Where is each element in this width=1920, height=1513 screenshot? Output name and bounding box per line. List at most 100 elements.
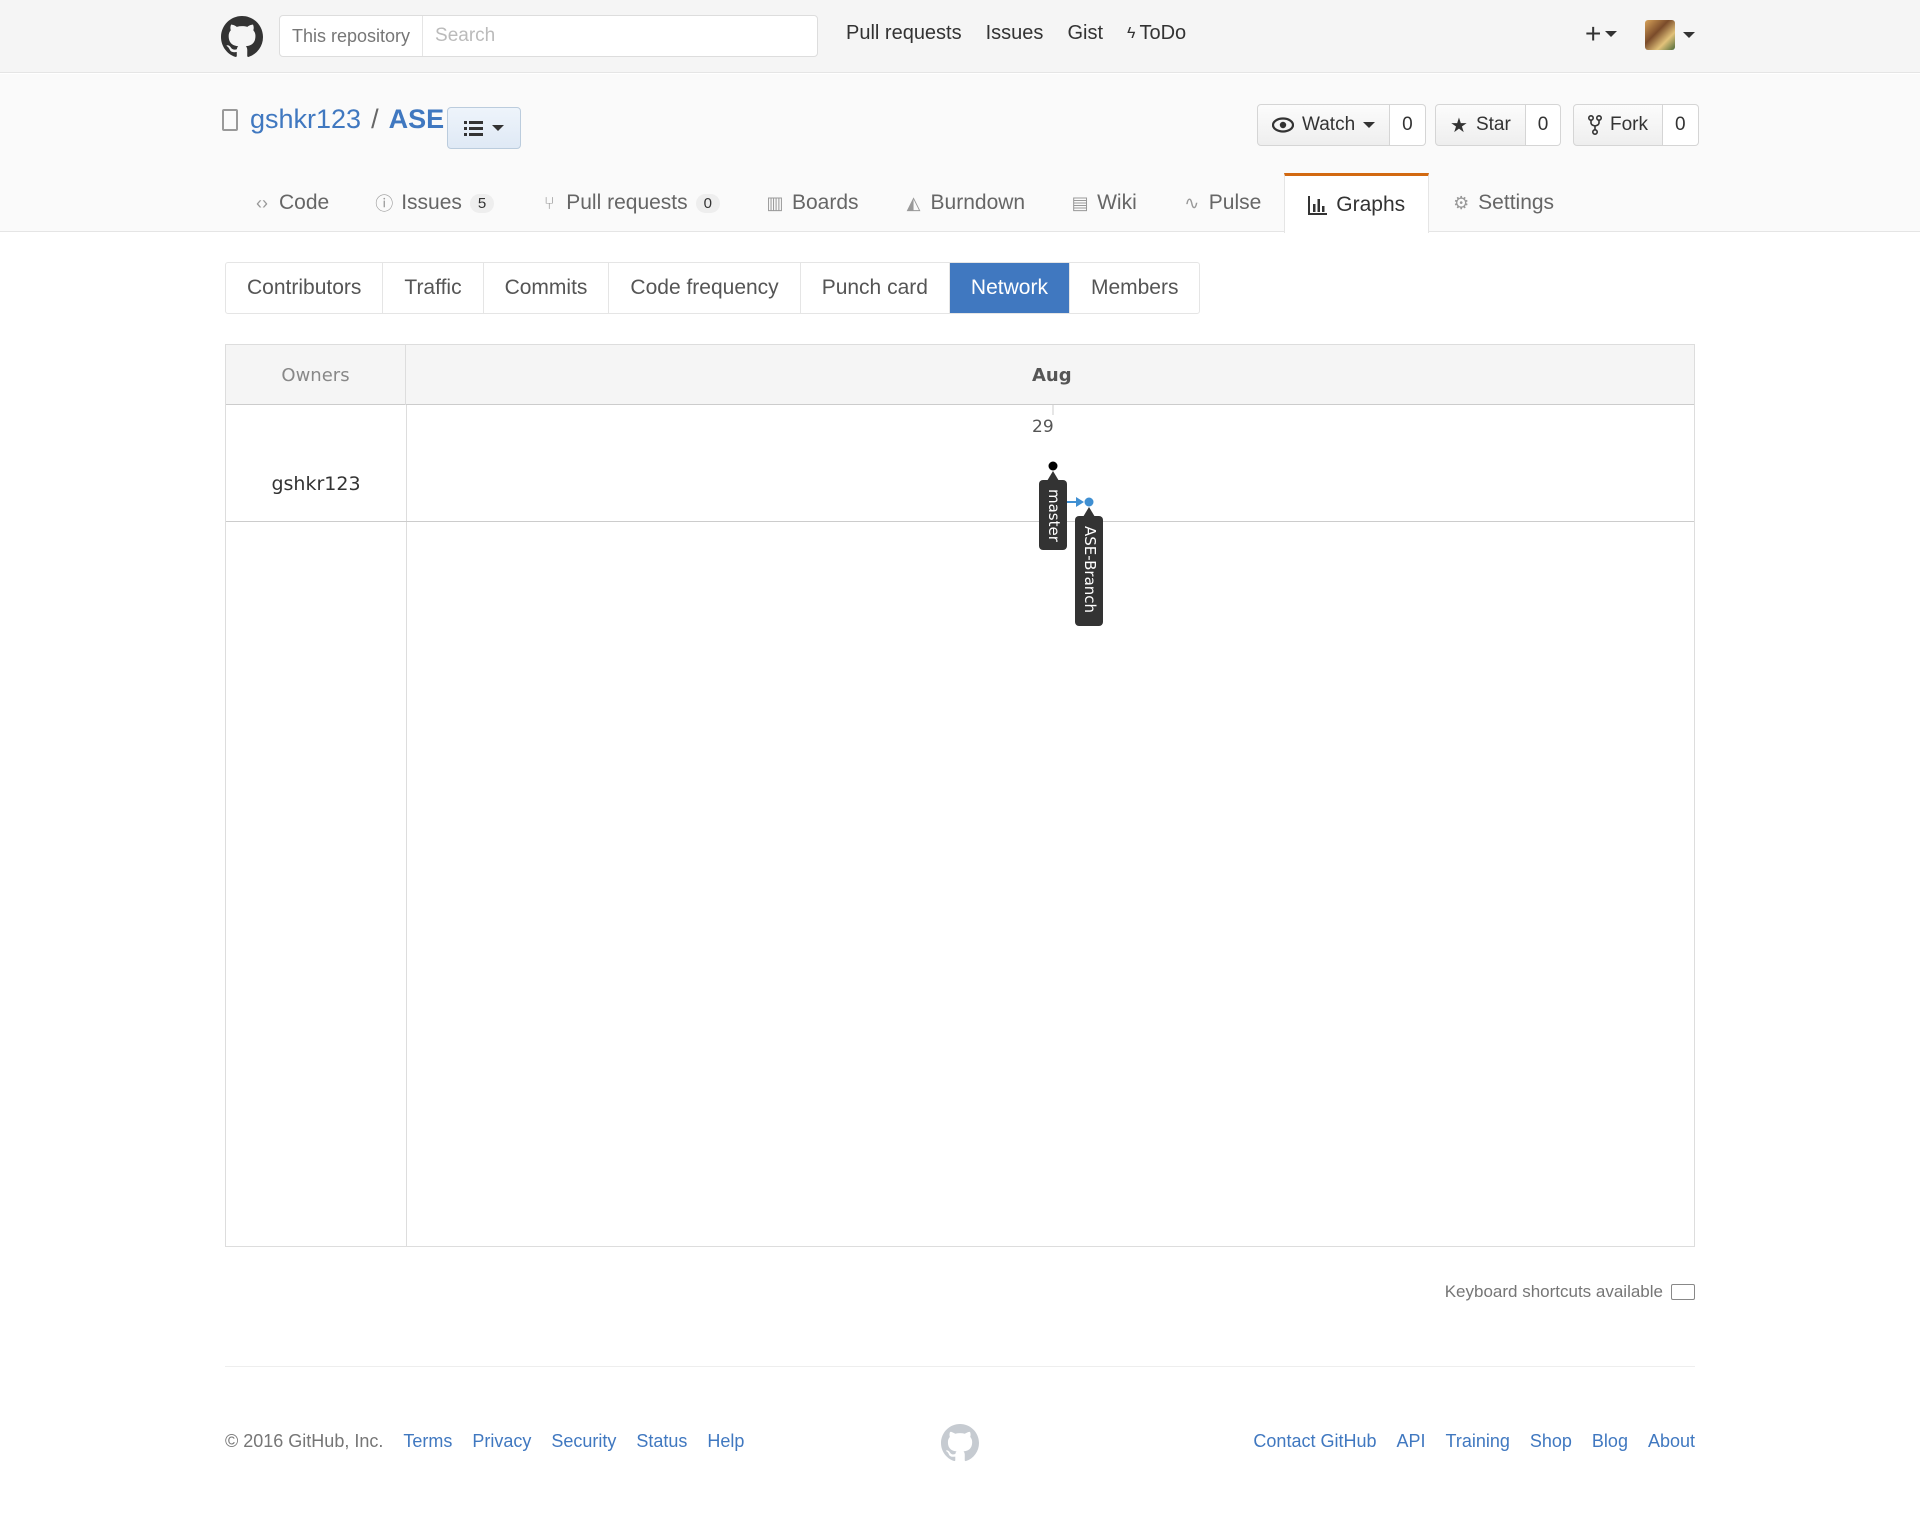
- github-footer-logo-icon[interactable]: [941, 1424, 979, 1462]
- star-icon: ★: [1450, 114, 1468, 137]
- star-button[interactable]: ★ Star: [1435, 104, 1526, 146]
- user-menu[interactable]: [1645, 20, 1695, 50]
- watch-button[interactable]: Watch: [1257, 104, 1391, 146]
- search-input[interactable]: [423, 16, 817, 56]
- repo-header: gshkr123 / ASE Watch 0 ★ Star 0 Fork 0 ‹…: [0, 74, 1920, 233]
- tab-pull-requests-label: Pull requests: [566, 191, 688, 214]
- top-nav-todo[interactable]: ϟ ToDo: [1127, 22, 1186, 45]
- top-nav-issues[interactable]: Issues: [986, 22, 1044, 45]
- tab-pulse-label: Pulse: [1208, 191, 1262, 214]
- commit-dot-master[interactable]: [1048, 461, 1058, 471]
- footer-api-link[interactable]: API: [1396, 1431, 1425, 1452]
- keyboard-shortcuts-hint[interactable]: Keyboard shortcuts available: [1445, 1282, 1695, 1302]
- tab-code-label: Code: [279, 191, 330, 214]
- tab-pulse[interactable]: ∿ Pulse: [1160, 174, 1285, 232]
- repo-name-link[interactable]: ASE: [389, 104, 445, 135]
- graph-icon: [1308, 195, 1328, 215]
- branch-name-master: master: [1045, 489, 1063, 543]
- search-box: This repository: [279, 15, 818, 57]
- commit-dot-ase-branch[interactable]: [1084, 497, 1094, 507]
- branch-label-master[interactable]: master: [1039, 471, 1067, 550]
- repo-owner-link[interactable]: gshkr123: [250, 104, 361, 135]
- chevron-down-icon: [1605, 31, 1618, 37]
- tab-issues-label: Issues: [401, 191, 462, 214]
- eye-icon: [1272, 117, 1294, 133]
- fork-label: Fork: [1610, 114, 1648, 135]
- pull-request-icon: ⑂: [543, 192, 555, 213]
- subnav-code-frequency[interactable]: Code frequency: [609, 263, 801, 313]
- network-graph[interactable]: Owners Aug gshkr123 29 master ASE-Branch: [225, 344, 1695, 1247]
- fork-group: Fork 0: [1573, 104, 1699, 146]
- issues-counter: 5: [469, 193, 495, 213]
- footer-blog-link[interactable]: Blog: [1592, 1431, 1628, 1452]
- subnav-members[interactable]: Members: [1070, 263, 1200, 313]
- top-nav-pull-requests[interactable]: Pull requests: [846, 22, 962, 45]
- create-new-menu[interactable]: +: [1585, 18, 1618, 50]
- footer-right: Contact GitHub API Training Shop Blog Ab…: [1253, 1431, 1695, 1452]
- footer-left: © 2016 GitHub, Inc. Terms Privacy Securi…: [225, 1431, 744, 1452]
- book-icon: ▤: [1071, 192, 1089, 213]
- footer-shop-link[interactable]: Shop: [1530, 1431, 1572, 1452]
- branch-label-ase-branch[interactable]: ASE-Branch: [1075, 507, 1103, 626]
- tab-wiki-label: Wiki: [1097, 191, 1137, 214]
- tab-graphs[interactable]: Graphs: [1284, 173, 1430, 233]
- repo-nav: ‹› Code ⓘ Issues 5 ⑂ Pull requests 0 ▥ B…: [230, 173, 1577, 233]
- list-icon: [464, 121, 483, 136]
- subnav-network[interactable]: Network: [949, 263, 1070, 313]
- label-pointer: [1047, 471, 1059, 481]
- avatar: [1645, 20, 1675, 50]
- star-count[interactable]: 0: [1525, 104, 1562, 146]
- top-nav-gist[interactable]: Gist: [1067, 22, 1103, 45]
- list-menu-button[interactable]: [447, 107, 521, 149]
- watch-count[interactable]: 0: [1390, 104, 1426, 146]
- footer-help-link[interactable]: Help: [707, 1431, 744, 1452]
- keyboard-icon: [1671, 1284, 1695, 1300]
- watch-group: Watch 0: [1257, 104, 1426, 146]
- branch-arrow-icon: [1076, 497, 1084, 507]
- boards-icon: ▥: [766, 192, 784, 213]
- subnav-contributors[interactable]: Contributors: [226, 263, 384, 313]
- footer-privacy-link[interactable]: Privacy: [472, 1431, 531, 1452]
- tab-boards-label: Boards: [792, 191, 859, 214]
- repo-title: gshkr123 / ASE: [222, 104, 444, 135]
- fork-button[interactable]: Fork: [1573, 104, 1663, 146]
- tab-graphs-label: Graphs: [1336, 192, 1406, 216]
- github-logo-icon[interactable]: [221, 16, 263, 58]
- star-label: Star: [1475, 114, 1511, 135]
- pull-requests-counter: 0: [695, 193, 720, 213]
- subnav-punch-card[interactable]: Punch card: [801, 263, 950, 313]
- tab-burndown[interactable]: ◭ Burndown: [882, 174, 1049, 232]
- top-nav: Pull requests Issues Gist ϟ ToDo: [846, 22, 1186, 45]
- code-icon: ‹›: [256, 192, 268, 213]
- fork-count[interactable]: 0: [1663, 104, 1699, 146]
- gear-icon: ⚙: [1453, 192, 1470, 213]
- repo-separator: /: [371, 104, 379, 134]
- star-group: ★ Star 0: [1435, 104, 1562, 146]
- chevron-down-icon: [1683, 32, 1695, 38]
- subnav-commits[interactable]: Commits: [484, 263, 610, 313]
- footer-security-link[interactable]: Security: [551, 1431, 616, 1452]
- footer-about-link[interactable]: About: [1648, 1431, 1695, 1452]
- todo-icon: ϟ: [1127, 24, 1136, 42]
- footer-training-link[interactable]: Training: [1446, 1431, 1510, 1452]
- chevron-down-icon: [1363, 122, 1376, 128]
- tab-settings[interactable]: ⚙ Settings: [1429, 174, 1577, 232]
- graphs-subnav: Contributors Traffic Commits Code freque…: [225, 262, 1201, 314]
- tab-burndown-label: Burndown: [930, 191, 1026, 214]
- footer-divider: [225, 1366, 1695, 1367]
- global-header: This repository Pull requests Issues Gis…: [0, 0, 1920, 73]
- subnav-traffic[interactable]: Traffic: [383, 263, 484, 313]
- footer-terms-link[interactable]: Terms: [403, 1431, 452, 1452]
- search-scope-label: This repository: [280, 16, 424, 56]
- footer-status-link[interactable]: Status: [636, 1431, 687, 1452]
- tab-wiki[interactable]: ▤ Wiki: [1048, 174, 1160, 232]
- tab-code[interactable]: ‹› Code: [230, 174, 352, 232]
- top-nav-todo-label: ToDo: [1139, 22, 1187, 44]
- tab-pull-requests[interactable]: ⑂ Pull requests 0: [517, 174, 743, 232]
- watch-label: Watch: [1302, 114, 1356, 135]
- tab-issues[interactable]: ⓘ Issues 5: [352, 174, 517, 232]
- footer-contact-link[interactable]: Contact GitHub: [1253, 1431, 1376, 1452]
- network-canvas: master ASE-Branch: [1039, 405, 1103, 626]
- tab-boards[interactable]: ▥ Boards: [743, 174, 882, 232]
- repo-icon: [222, 108, 238, 131]
